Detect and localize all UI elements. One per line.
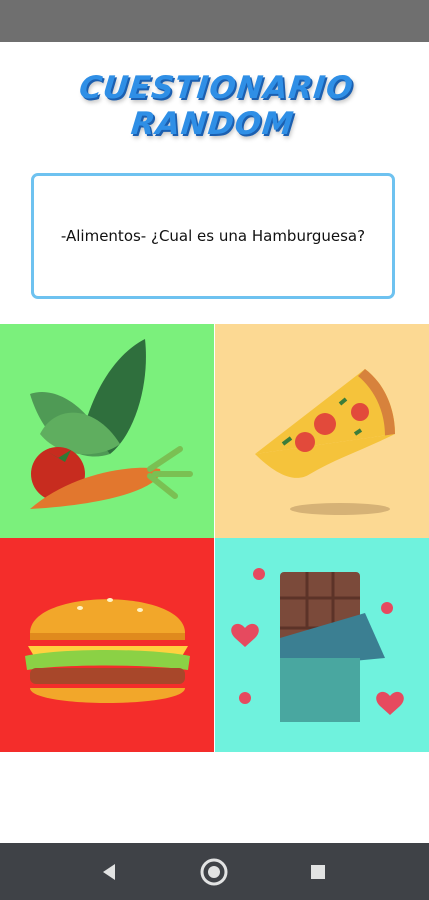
- hamburger-image: [25, 598, 190, 703]
- home-circle-icon: [200, 858, 228, 886]
- question-text: -Alimentos- ¿Cual es una Hamburguesa?: [60, 227, 366, 245]
- home-button[interactable]: [199, 857, 229, 887]
- question-card: -Alimentos- ¿Cual es una Hamburguesa?: [31, 173, 395, 299]
- navigation-bar: [0, 843, 429, 900]
- option-chocolate[interactable]: [215, 538, 429, 752]
- back-button[interactable]: [94, 857, 124, 887]
- answer-grid: [0, 324, 429, 752]
- recent-square-icon: [311, 865, 325, 879]
- option-vegetables[interactable]: [0, 324, 214, 538]
- recent-apps-button[interactable]: [303, 857, 333, 887]
- app-title: CUESTIONARIO RANDOM: [77, 70, 356, 142]
- status-bar: [0, 0, 429, 42]
- option-pizza[interactable]: [215, 324, 429, 538]
- vegetables-image: [30, 339, 193, 509]
- chocolate-bar-image: [231, 568, 404, 722]
- back-triangle-icon: [103, 864, 115, 880]
- pizza-slice-image: [255, 369, 395, 515]
- option-hamburger[interactable]: [0, 538, 214, 752]
